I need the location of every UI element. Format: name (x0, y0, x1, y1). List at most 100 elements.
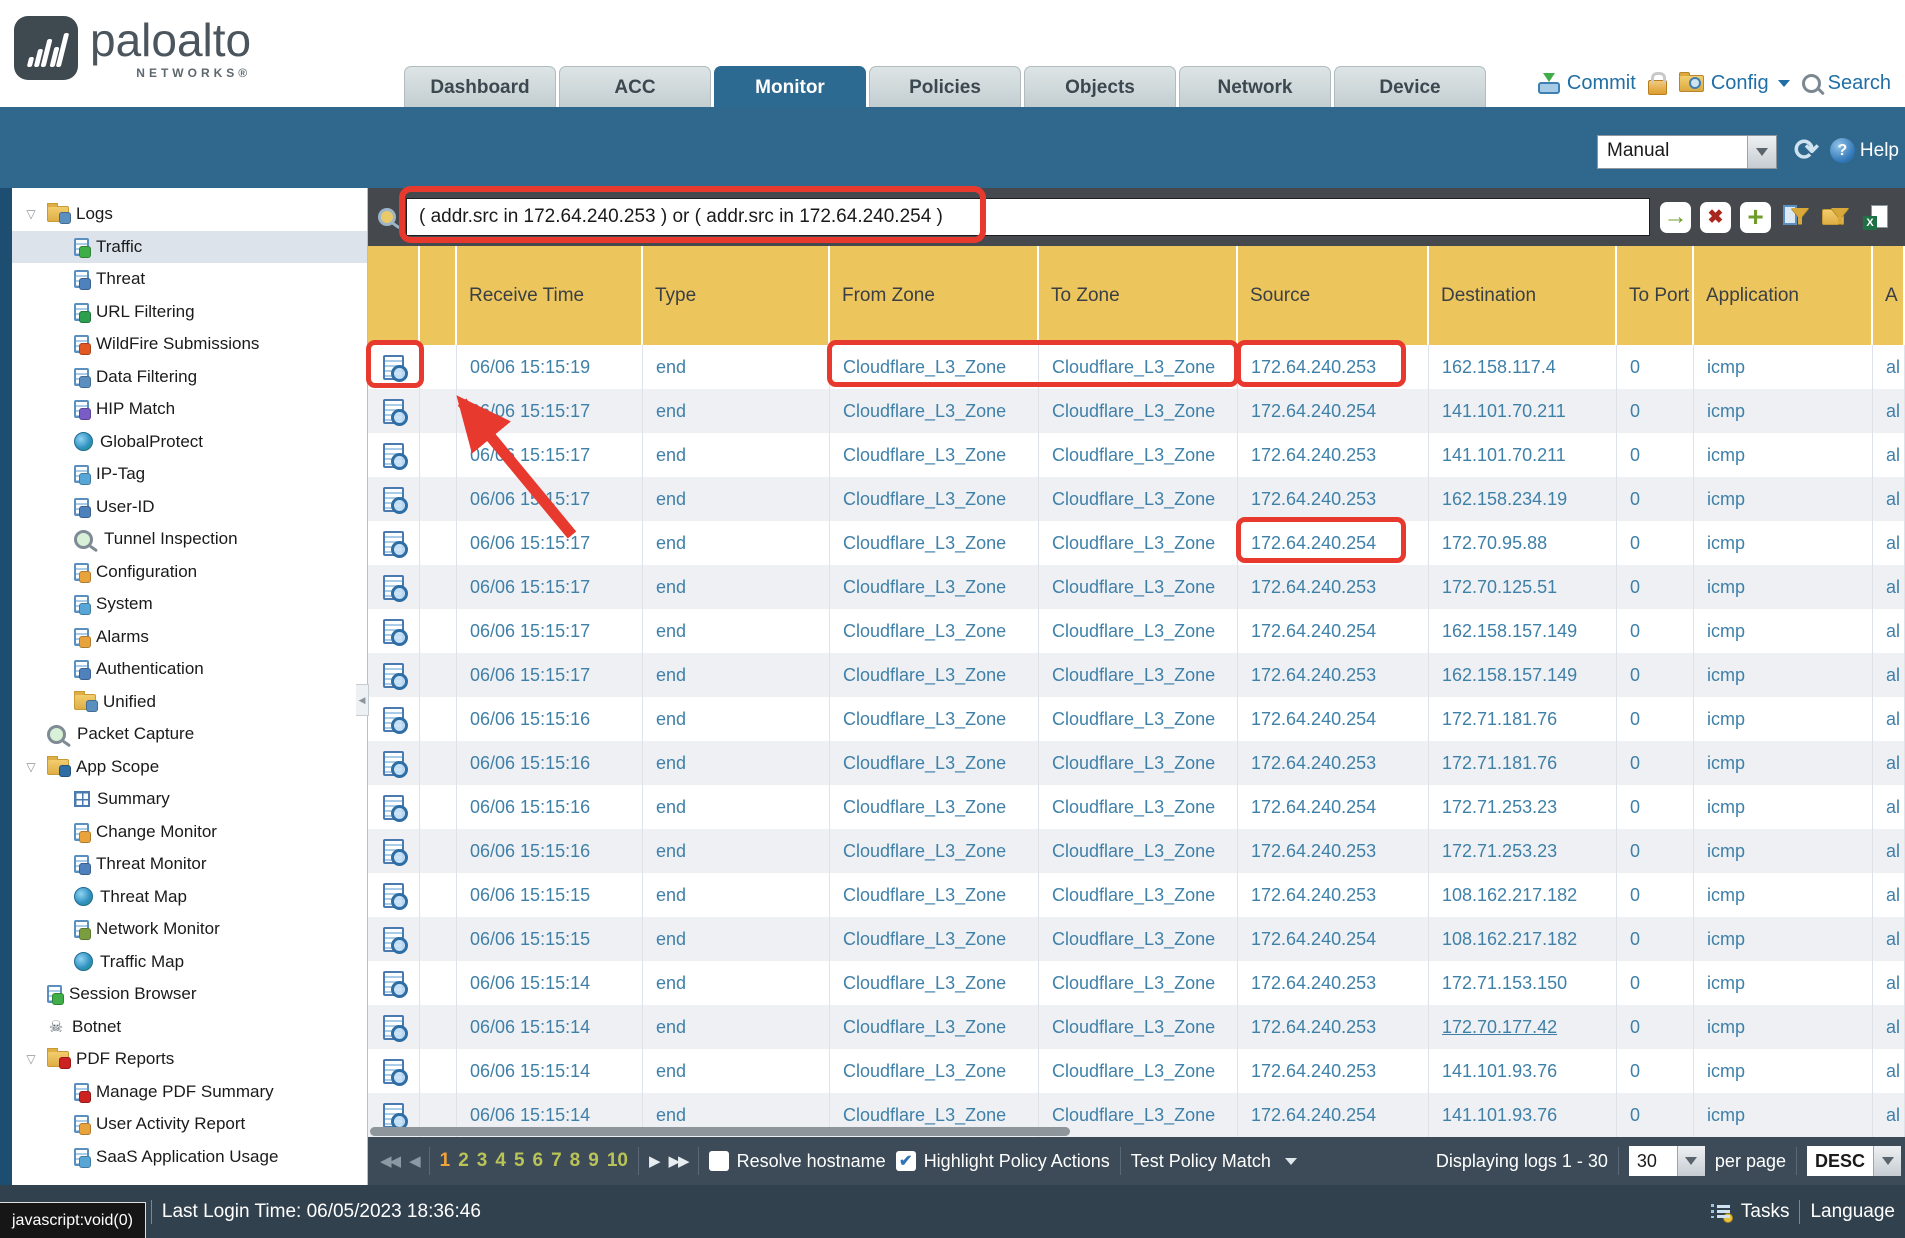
log-detail-magnifier-icon[interactable] (383, 971, 404, 996)
filter-query-input[interactable]: ( addr.src in 172.64.240.253 ) or ( addr… (406, 198, 1650, 236)
per-page-select[interactable]: 30 (1629, 1146, 1705, 1176)
sidebar-item-summary[interactable]: Summary (12, 783, 367, 816)
log-detail-magnifier-icon[interactable] (383, 487, 404, 512)
page-number-3[interactable]: 3 (477, 1150, 488, 1172)
expander-triangle-icon[interactable]: ▽ (22, 760, 40, 774)
sidebar-item-system[interactable]: System (12, 588, 367, 621)
sort-order-select[interactable]: DESC (1807, 1146, 1901, 1176)
tab-policies[interactable]: Policies (869, 66, 1021, 107)
help-button[interactable]: Help (1830, 138, 1899, 163)
page-number-2[interactable]: 2 (458, 1150, 469, 1172)
sidebar-item-alarms[interactable]: Alarms (12, 621, 367, 654)
test-policy-match-dropdown[interactable]: Test Policy Match (1131, 1151, 1297, 1172)
log-detail-magnifier-icon[interactable] (383, 575, 404, 600)
col-receive-time[interactable]: Receive Time (457, 246, 643, 345)
tasks-button[interactable]: Tasks (1741, 1201, 1790, 1223)
highlight-policy-actions-checkbox[interactable] (896, 1151, 916, 1171)
log-detail-magnifier-icon[interactable] (383, 399, 404, 424)
sidebar-collapse-handle[interactable]: ◀ (356, 684, 369, 716)
language-button[interactable]: Language (1810, 1201, 1895, 1223)
sidebar-item-logs[interactable]: ▽Logs (12, 198, 367, 231)
log-detail-magnifier-icon[interactable] (383, 1059, 404, 1084)
filter-builder-icon[interactable] (1780, 202, 1811, 233)
sidebar-item-hip-match[interactable]: HIP Match (12, 393, 367, 426)
add-filter-icon[interactable] (1740, 202, 1771, 233)
first-page-button[interactable]: ◀◀ (380, 1152, 399, 1170)
log-detail-magnifier-icon[interactable] (383, 531, 404, 556)
tab-dashboard[interactable]: Dashboard (404, 66, 556, 107)
config-button[interactable]: Config (1679, 72, 1790, 95)
log-detail-magnifier-icon[interactable] (383, 883, 404, 908)
log-detail-magnifier-icon[interactable] (383, 663, 404, 688)
sidebar-item-manage-pdf-summary[interactable]: Manage PDF Summary (12, 1076, 367, 1109)
col-application[interactable]: Application (1694, 246, 1873, 345)
col-to-zone[interactable]: To Zone (1039, 246, 1238, 345)
sidebar-item-saas-application-usage[interactable]: SaaS Application Usage (12, 1141, 367, 1174)
refresh-icon[interactable]: ⟳ (1794, 137, 1819, 165)
page-number-7[interactable]: 7 (551, 1150, 562, 1172)
tab-objects[interactable]: Objects (1024, 66, 1176, 107)
sidebar-item-user-id[interactable]: User-ID (12, 491, 367, 524)
sidebar-item-user-activity-report[interactable]: User Activity Report (12, 1108, 367, 1141)
sidebar-item-ip-tag[interactable]: IP-Tag (12, 458, 367, 491)
destination-cell[interactable]: 172.70.177.42 (1429, 1005, 1617, 1049)
sidebar-item-pdf-reports[interactable]: ▽PDF Reports (12, 1043, 367, 1076)
log-detail-magnifier-icon[interactable] (383, 355, 404, 380)
resolve-hostname-checkbox[interactable] (709, 1151, 729, 1171)
scrollbar-thumb[interactable] (370, 1127, 1070, 1136)
sidebar-item-unified[interactable]: Unified (12, 686, 367, 719)
sidebar-item-change-monitor[interactable]: Change Monitor (12, 816, 367, 849)
log-detail-magnifier-icon[interactable] (383, 839, 404, 864)
col-from-zone[interactable]: From Zone (830, 246, 1039, 345)
log-detail-magnifier-icon[interactable] (383, 443, 404, 468)
clear-filter-icon[interactable] (1700, 202, 1731, 233)
col-to-port[interactable]: To Port (1617, 246, 1694, 345)
tab-monitor[interactable]: Monitor (714, 66, 866, 107)
sidebar-item-data-filtering[interactable]: Data Filtering (12, 361, 367, 394)
sidebar-item-network-monitor[interactable]: Network Monitor (12, 913, 367, 946)
search-button[interactable]: Search (1802, 72, 1891, 95)
sidebar-item-botnet[interactable]: Botnet (12, 1011, 367, 1044)
sidebar-item-configuration[interactable]: Configuration (12, 556, 367, 589)
page-number-4[interactable]: 4 (495, 1150, 506, 1172)
expander-triangle-icon[interactable]: ▽ (22, 207, 40, 221)
sidebar-item-threat-map[interactable]: Threat Map (12, 881, 367, 914)
destination-link[interactable]: 172.70.177.42 (1442, 1017, 1557, 1038)
sidebar-item-threat[interactable]: Threat (12, 263, 367, 296)
sidebar-item-wildfire-submissions[interactable]: WildFire Submissions (12, 328, 367, 361)
refresh-mode-select[interactable]: Manual (1597, 135, 1777, 169)
col-action[interactable]: A (1873, 246, 1905, 345)
sidebar-item-traffic[interactable]: Traffic (12, 231, 367, 264)
lock-icon[interactable] (1648, 80, 1667, 95)
page-number-6[interactable]: 6 (533, 1150, 544, 1172)
sidebar-item-globalprotect[interactable]: GlobalProtect (12, 426, 367, 459)
tab-device[interactable]: Device (1334, 66, 1486, 107)
tab-network[interactable]: Network (1179, 66, 1331, 107)
prev-page-button[interactable]: ◀ (409, 1152, 419, 1170)
page-number-5[interactable]: 5 (514, 1150, 525, 1172)
page-number-9[interactable]: 9 (588, 1150, 599, 1172)
sidebar-item-traffic-map[interactable]: Traffic Map (12, 946, 367, 979)
export-logs-icon[interactable] (1860, 202, 1891, 233)
col-source[interactable]: Source (1238, 246, 1429, 345)
sidebar-item-authentication[interactable]: Authentication (12, 653, 367, 686)
apply-filter-icon[interactable] (1660, 202, 1691, 233)
log-detail-magnifier-icon[interactable] (383, 707, 404, 732)
log-detail-magnifier-icon[interactable] (383, 751, 404, 776)
next-page-button[interactable]: ▶ (649, 1152, 659, 1170)
sidebar-item-packet-capture[interactable]: Packet Capture (12, 718, 367, 751)
log-detail-magnifier-icon[interactable] (383, 619, 404, 644)
tab-acc[interactable]: ACC (559, 66, 711, 107)
log-detail-magnifier-icon[interactable] (383, 1103, 404, 1128)
sidebar-item-url-filtering[interactable]: URL Filtering (12, 296, 367, 329)
sidebar-item-threat-monitor[interactable]: Threat Monitor (12, 848, 367, 881)
page-number-1[interactable]: 1 (440, 1150, 451, 1172)
page-number-10[interactable]: 10 (607, 1150, 628, 1172)
expander-triangle-icon[interactable]: ▽ (22, 1052, 40, 1066)
sidebar-item-session-browser[interactable]: Session Browser (12, 978, 367, 1011)
page-number-8[interactable]: 8 (570, 1150, 581, 1172)
col-destination[interactable]: Destination (1429, 246, 1617, 345)
load-filter-icon[interactable] (1820, 202, 1851, 233)
log-detail-magnifier-icon[interactable] (383, 1015, 404, 1040)
log-detail-magnifier-icon[interactable] (383, 795, 404, 820)
